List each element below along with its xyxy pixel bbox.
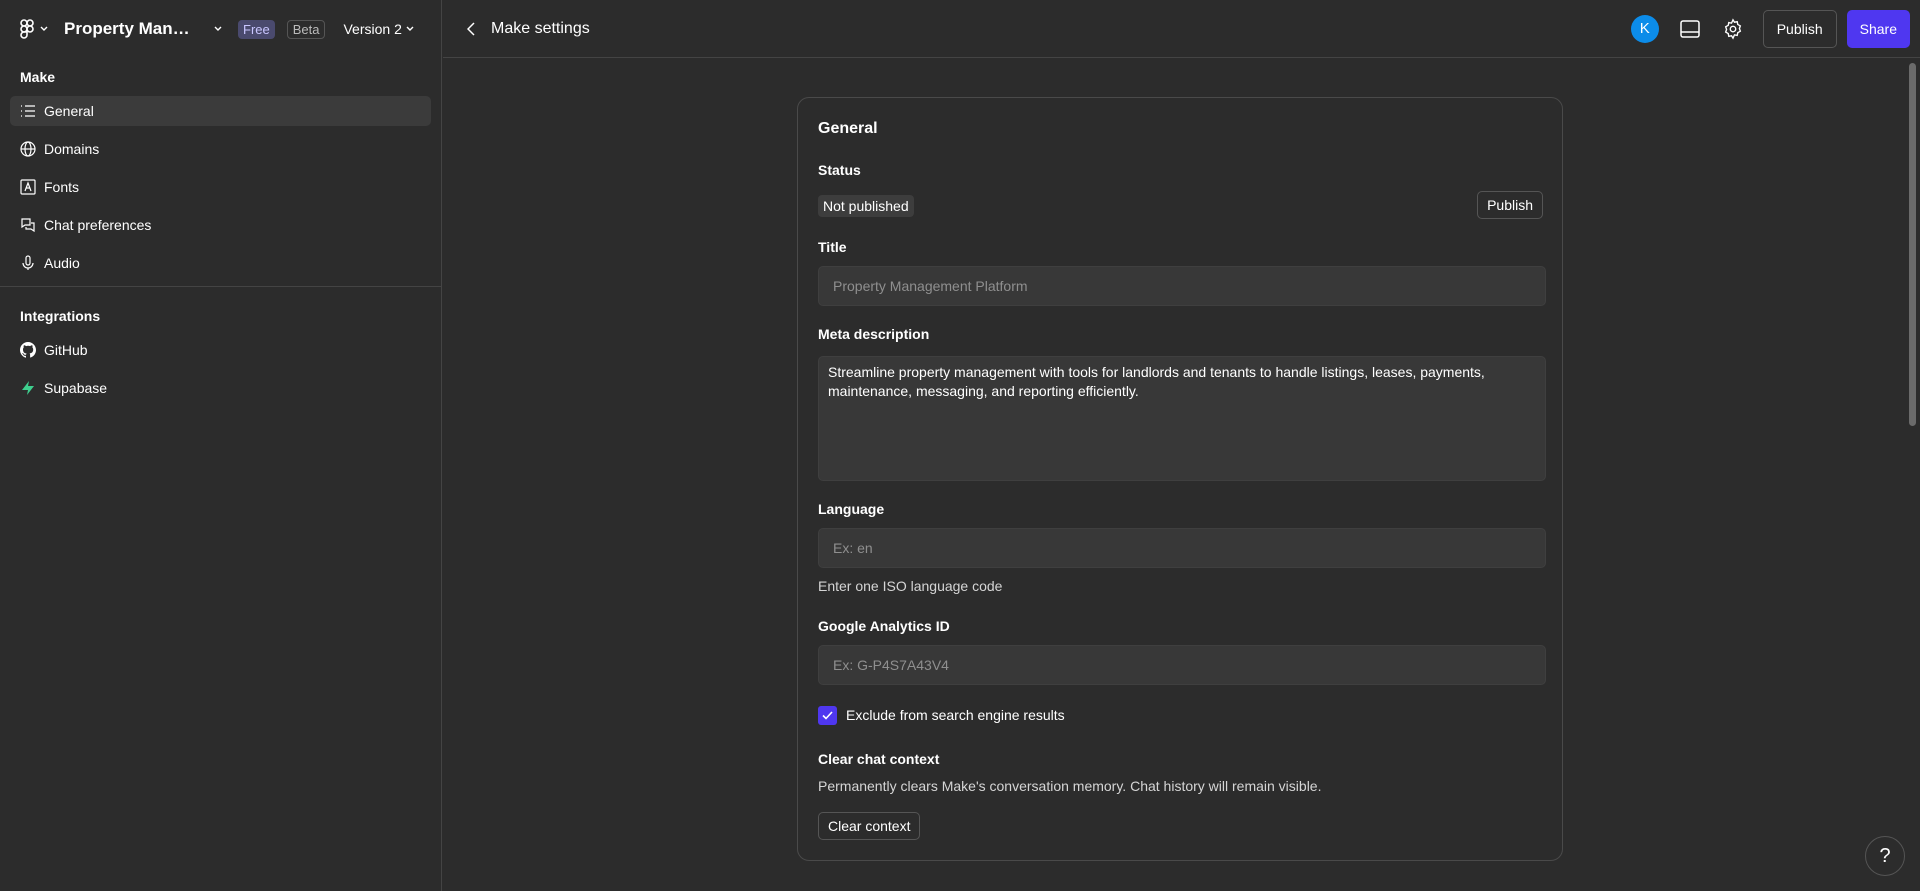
sidebar-item-audio[interactable]: Audio (10, 248, 431, 278)
sidebar-divider (0, 286, 441, 287)
share-button[interactable]: Share (1846, 9, 1910, 48)
integrations-section-title: Integrations (20, 308, 101, 324)
status-badge: Not published (818, 195, 914, 217)
github-icon (20, 342, 36, 358)
google-analytics-label: Google Analytics ID (818, 618, 950, 634)
sidebar-item-label: Fonts (44, 179, 80, 195)
font-icon (20, 179, 36, 195)
globe-icon (20, 141, 36, 157)
sidebar-item-label: Audio (44, 255, 80, 271)
language-label: Language (818, 501, 885, 517)
meta-description-label: Meta description (818, 326, 930, 342)
sidebar-item-label: General (44, 103, 94, 119)
title-label: Title (818, 239, 847, 255)
beta-badge: Beta (286, 19, 326, 39)
clear-chat-context-description: Permanently clears Make's conversation m… (818, 778, 1322, 794)
general-settings-card: General Status Not published Publish Tit… (797, 97, 1563, 861)
chat-icon (20, 217, 36, 233)
app: Property Mana... Free Beta Version 2 Mak… (0, 0, 1920, 891)
clear-context-button[interactable]: Clear context (818, 812, 921, 840)
sidebar-item-general[interactable]: General (10, 96, 431, 126)
make-section-title: Make (20, 69, 56, 85)
help-button[interactable]: ? (1865, 836, 1905, 876)
file-menu-chevron-icon[interactable] (214, 24, 224, 34)
sidebar-item-label: GitHub (44, 342, 88, 358)
status-label: Status (818, 162, 861, 178)
chevron-down-icon[interactable] (40, 24, 50, 34)
meta-description-textarea[interactable]: Streamline property management with tool… (818, 356, 1546, 481)
card-title: General (818, 120, 878, 137)
make-nav: General Domains Fonts Chat preferences A… (0, 96, 441, 278)
microphone-icon (20, 255, 36, 271)
topbar-actions: K Publish Share (1630, 9, 1910, 48)
sidebar-item-label: Chat preferences (44, 217, 152, 233)
scrollbar[interactable] (1909, 63, 1916, 426)
exclude-search-label[interactable]: Exclude from search engine results (846, 707, 1065, 723)
integrations-nav: GitHub Supabase (0, 335, 441, 403)
figma-logo-icon[interactable] (20, 19, 36, 39)
settings-main: General Status Not published Publish Tit… (443, 59, 1920, 891)
version-label: Version 2 (343, 21, 402, 37)
sidebar-item-domains[interactable]: Domains (10, 134, 431, 164)
language-hint: Enter one ISO language code (818, 578, 1003, 594)
file-name[interactable]: Property Mana... (64, 19, 194, 39)
topbar: Make settings K Publish Share (443, 0, 1920, 58)
sidebar-item-label: Domains (44, 141, 100, 157)
publish-button[interactable]: Publish (1762, 9, 1837, 48)
sidebar-header: Property Mana... Free Beta Version 2 (0, 0, 441, 58)
sidebar-item-fonts[interactable]: Fonts (10, 172, 431, 202)
gear-icon[interactable] (1721, 17, 1745, 41)
sidebar: Property Mana... Free Beta Version 2 Mak… (0, 0, 442, 891)
clear-chat-context-title: Clear chat context (818, 751, 940, 767)
sidebar-item-github[interactable]: GitHub (10, 335, 431, 365)
exclude-search-checkbox[interactable] (818, 706, 837, 725)
sidebar-item-supabase[interactable]: Supabase (10, 373, 431, 403)
title-input[interactable]: Property Management Platform (818, 266, 1546, 306)
panel-layout-icon[interactable] (1678, 17, 1702, 41)
publish-status-button[interactable]: Publish (1477, 191, 1543, 219)
sidebar-item-label: Supabase (44, 380, 108, 396)
page-title: Make settings (491, 19, 590, 37)
back-arrow-icon[interactable] (463, 21, 479, 37)
supabase-icon (20, 380, 36, 396)
avatar[interactable]: K (1630, 14, 1659, 43)
version-selector[interactable]: Version 2 (343, 21, 414, 37)
chevron-down-icon (406, 26, 414, 31)
language-input[interactable]: Ex: en (818, 528, 1546, 568)
plan-badge: Free (238, 19, 275, 39)
checkmark-icon (822, 711, 833, 720)
list-icon (20, 103, 36, 119)
sidebar-item-chat-preferences[interactable]: Chat preferences (10, 210, 431, 240)
google-analytics-input[interactable]: Ex: G-P4S7A43V4 (818, 645, 1546, 685)
